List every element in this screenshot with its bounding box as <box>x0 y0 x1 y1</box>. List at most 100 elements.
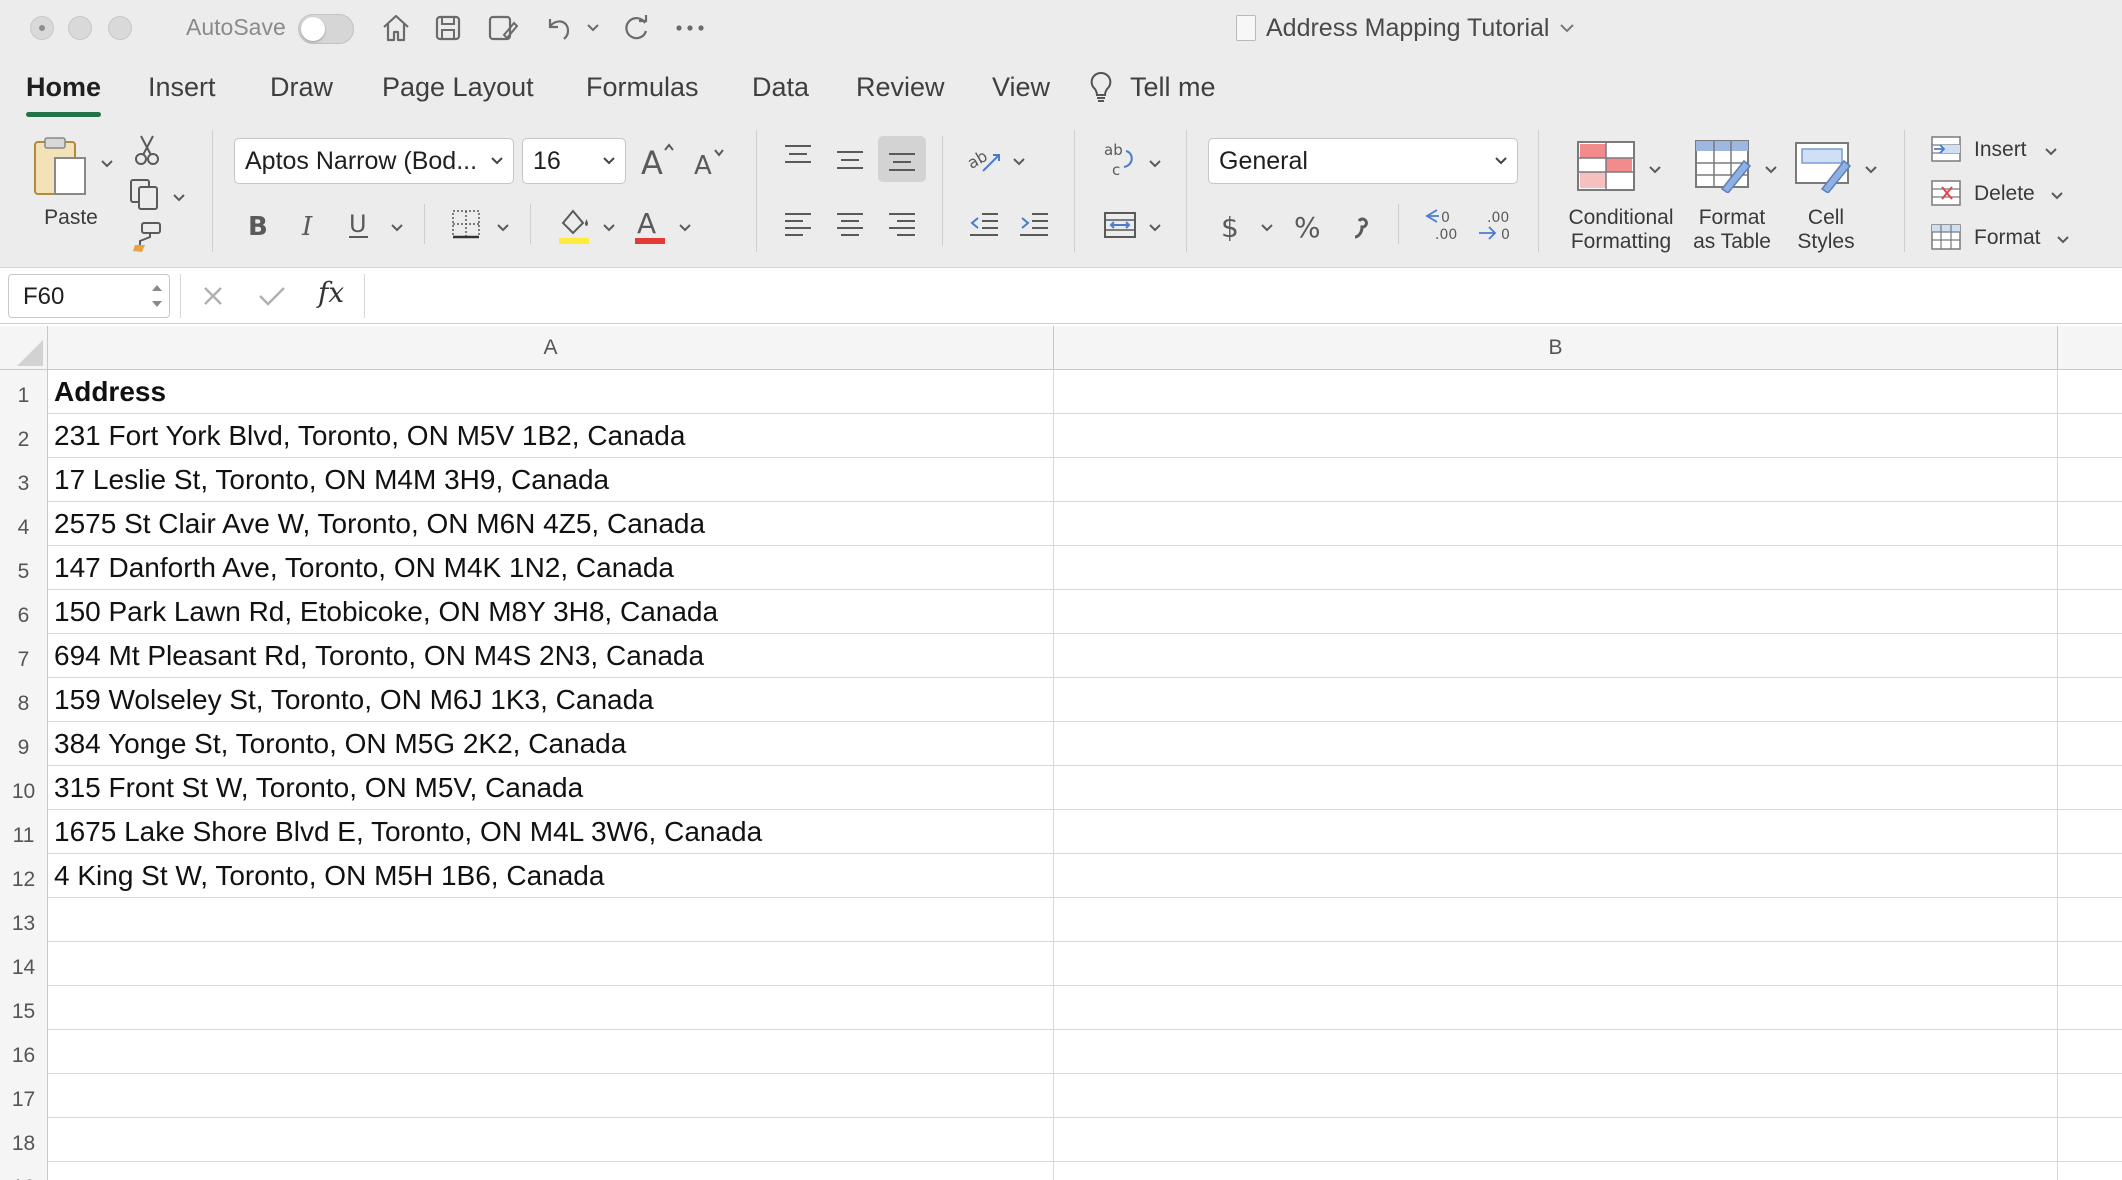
redo-icon[interactable] <box>616 10 656 46</box>
cell-b[interactable] <box>1054 546 2058 590</box>
currency-icon[interactable]: $ <box>1216 204 1244 246</box>
cell-b[interactable] <box>1054 1162 2058 1180</box>
cell-a[interactable]: 694 Mt Pleasant Rd, Toronto, ON M4S 2N3,… <box>48 634 1054 678</box>
cell-a[interactable]: 2575 St Clair Ave W, Toronto, ON M6N 4Z5… <box>48 502 1054 546</box>
cell-a[interactable]: 315 Front St W, Toronto, ON M5V, Canada <box>48 766 1054 810</box>
cell-c[interactable] <box>2058 898 2122 942</box>
cell-b[interactable] <box>1054 854 2058 898</box>
cut-icon[interactable] <box>130 132 164 168</box>
more-options-icon[interactable] <box>672 10 708 46</box>
cell-a[interactable]: 150 Park Lawn Rd, Etobicoke, ON M8Y 3H8,… <box>48 590 1054 634</box>
decrease-indent-icon[interactable] <box>966 206 1002 242</box>
cell-c[interactable] <box>2058 678 2122 722</box>
delete-cells-icon[interactable] <box>1930 178 1962 208</box>
underline-chevron-down-icon[interactable] <box>390 220 404 238</box>
tell-me-search[interactable]: Tell me <box>1130 72 1216 103</box>
cell-a[interactable] <box>48 1162 1054 1180</box>
align-middle-icon[interactable] <box>832 142 868 178</box>
cell-a[interactable]: 384 Yonge St, Toronto, ON M5G 2K2, Canad… <box>48 722 1054 766</box>
tab-formulas[interactable]: Formulas <box>586 72 699 103</box>
align-right-icon[interactable] <box>884 206 920 242</box>
insert-cells-chevron-down-icon[interactable] <box>2044 144 2058 162</box>
column-header-a[interactable]: A <box>48 326 1054 370</box>
cell-a[interactable]: 1675 Lake Shore Blvd E, Toronto, ON M4L … <box>48 810 1054 854</box>
name-box[interactable]: F60 <box>8 274 170 318</box>
currency-chevron-down-icon[interactable] <box>1260 220 1274 238</box>
cell-b[interactable] <box>1054 1118 2058 1162</box>
format-painter-icon[interactable] <box>128 220 164 254</box>
percent-icon[interactable]: % <box>1290 204 1326 246</box>
underline-icon[interactable]: U <box>342 204 376 244</box>
row-header[interactable]: 8 <box>0 678 48 722</box>
cell-c[interactable] <box>2058 1118 2122 1162</box>
font-color-chevron-down-icon[interactable] <box>678 220 692 238</box>
cell-styles-icon[interactable] <box>1792 138 1856 194</box>
row-header[interactable]: 7 <box>0 634 48 678</box>
cell-c[interactable] <box>2058 634 2122 678</box>
font-color-icon[interactable]: A <box>630 204 670 246</box>
row-header[interactable]: 19 <box>0 1162 48 1180</box>
tab-data[interactable]: Data <box>752 72 809 103</box>
cell-b[interactable] <box>1054 678 2058 722</box>
cell-c[interactable] <box>2058 546 2122 590</box>
cell-a[interactable]: 159 Wolseley St, Toronto, ON M6J 1K3, Ca… <box>48 678 1054 722</box>
cell-c[interactable] <box>2058 986 2122 1030</box>
column-header-b[interactable]: B <box>1054 326 2058 370</box>
name-box-stepper-icon[interactable] <box>148 278 166 314</box>
cell-b[interactable] <box>1054 634 2058 678</box>
cell-c[interactable] <box>2058 502 2122 546</box>
save-as-icon[interactable] <box>482 10 522 46</box>
cell-c[interactable] <box>2058 1074 2122 1118</box>
cell-b[interactable] <box>1054 942 2058 986</box>
font-name-dropdown[interactable]: Aptos Narrow (Bod... <box>234 138 514 184</box>
conditional-formatting-chevron-down-icon[interactable] <box>1648 162 1662 180</box>
merge-center-icon[interactable] <box>1100 206 1140 244</box>
format-cells-label[interactable]: Format <box>1974 226 2041 250</box>
cell-c[interactable] <box>2058 414 2122 458</box>
undo-icon[interactable] <box>538 10 578 46</box>
home-icon[interactable] <box>376 10 416 46</box>
align-left-icon[interactable] <box>780 206 816 242</box>
cell-b[interactable] <box>1054 590 2058 634</box>
tab-review[interactable]: Review <box>856 72 945 103</box>
cell-a[interactable] <box>48 942 1054 986</box>
cell-a[interactable]: 17 Leslie St, Toronto, ON M4M 3H9, Canad… <box>48 458 1054 502</box>
cell-c[interactable] <box>2058 1030 2122 1074</box>
orientation-chevron-down-icon[interactable] <box>1012 154 1026 172</box>
cell-b[interactable] <box>1054 1030 2058 1074</box>
increase-font-size-icon[interactable]: A <box>638 138 678 182</box>
insert-function-icon[interactable]: fx <box>318 276 344 309</box>
cell-a[interactable] <box>48 1030 1054 1074</box>
row-header[interactable]: 17 <box>0 1074 48 1118</box>
row-header[interactable]: 1 <box>0 370 48 414</box>
merge-chevron-down-icon[interactable] <box>1148 220 1162 238</box>
cell-b[interactable] <box>1054 986 2058 1030</box>
cell-a[interactable]: 231 Fort York Blvd, Toronto, ON M5V 1B2,… <box>48 414 1054 458</box>
borders-chevron-down-icon[interactable] <box>496 220 510 238</box>
italic-icon[interactable]: I <box>292 204 326 244</box>
paste-chevron-down-icon[interactable] <box>100 156 114 174</box>
fill-color-chevron-down-icon[interactable] <box>602 220 616 238</box>
cell-b[interactable] <box>1054 370 2058 414</box>
cell-b[interactable] <box>1054 1074 2058 1118</box>
row-header[interactable]: 9 <box>0 722 48 766</box>
maximize-window-button[interactable] <box>108 16 132 40</box>
minimize-window-button[interactable] <box>68 16 92 40</box>
cell-a[interactable]: 4 King St W, Toronto, ON M5H 1B6, Canada <box>48 854 1054 898</box>
font-size-dropdown[interactable]: 16 <box>522 138 626 184</box>
tab-home[interactable]: Home <box>26 72 102 117</box>
cell-c[interactable] <box>2058 722 2122 766</box>
decrease-font-size-icon[interactable]: A <box>690 142 730 182</box>
cell-b[interactable] <box>1054 458 2058 502</box>
copy-icon[interactable] <box>126 176 162 212</box>
cell-b[interactable] <box>1054 898 2058 942</box>
cell-c[interactable] <box>2058 590 2122 634</box>
document-title[interactable]: Address Mapping Tutorial <box>1236 12 1575 44</box>
delete-cells-chevron-down-icon[interactable] <box>2050 188 2064 206</box>
conditional-formatting-icon[interactable] <box>1574 138 1638 194</box>
increase-indent-icon[interactable] <box>1016 206 1052 242</box>
row-header[interactable]: 10 <box>0 766 48 810</box>
row-header[interactable]: 12 <box>0 854 48 898</box>
format-cells-icon[interactable] <box>1930 222 1962 252</box>
format-cells-chevron-down-icon[interactable] <box>2056 232 2070 250</box>
